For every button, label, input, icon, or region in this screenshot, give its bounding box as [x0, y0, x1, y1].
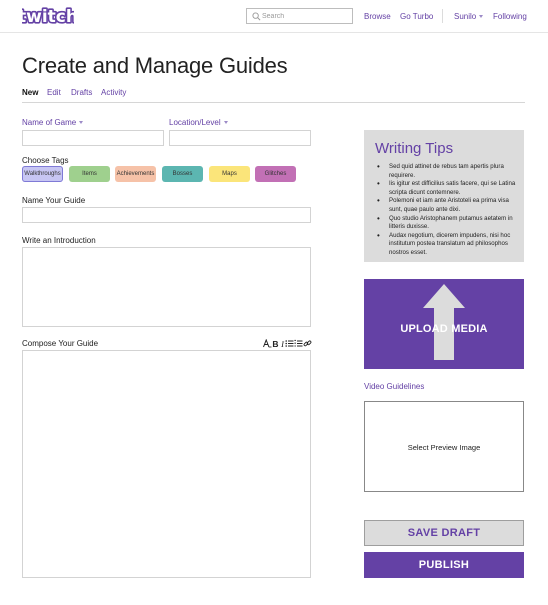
tag-items[interactable]: Items — [69, 166, 110, 182]
writing-tips-title: Writing Tips — [375, 140, 454, 157]
tag-glitches[interactable]: Glitches — [255, 166, 296, 182]
name-of-game-field[interactable] — [22, 130, 164, 149]
upload-media-label: UPLOAD MEDIA — [400, 323, 488, 335]
search-input[interactable] — [262, 9, 350, 23]
tip-item: Polemoni et iam ante Aristoteli ea prima… — [376, 197, 522, 214]
location-level-label: Location/Level — [169, 118, 221, 127]
bullet-list-icon[interactable] — [285, 339, 294, 348]
name-your-guide-label: Name Your Guide — [22, 196, 86, 205]
link-icon[interactable] — [303, 339, 312, 348]
editor-toolbar: B I — [263, 339, 312, 348]
location-level-field[interactable] — [169, 130, 311, 149]
writing-tips-panel: Writing Tips Sed quid attinet de rebus t… — [364, 130, 524, 262]
guide-name-input[interactable] — [23, 211, 310, 226]
tab-new[interactable]: New — [22, 88, 38, 97]
name-of-game-dropdown[interactable]: Name of Game — [22, 118, 84, 127]
user-name: Sunilo — [454, 12, 477, 21]
nav-following-link[interactable]: Following — [493, 12, 527, 21]
write-introduction-label: Write an Introduction — [22, 236, 96, 245]
choose-tags-label: Choose Tags — [22, 156, 69, 165]
location-level-input[interactable] — [170, 134, 310, 149]
tab-edit[interactable]: Edit — [47, 88, 61, 97]
tag-achievements[interactable]: Achievements — [115, 166, 156, 182]
preview-image-label: Select Preview Image — [407, 443, 481, 452]
guide-body-textarea[interactable] — [23, 351, 310, 577]
compose-guide-label: Compose Your Guide — [22, 339, 99, 348]
chevron-down-icon — [79, 121, 84, 125]
introduction-textarea[interactable] — [23, 248, 310, 326]
guide-name-field[interactable] — [22, 207, 311, 226]
nav-go-turbo-link[interactable]: Go Turbo — [400, 12, 433, 21]
chevron-down-icon — [479, 15, 484, 19]
tip-item: Audax negotium, dicerem impudens, nisi h… — [376, 232, 522, 258]
tag-maps[interactable]: Maps — [209, 166, 250, 182]
tag-bosses[interactable]: Bosses — [162, 166, 203, 182]
tab-activity[interactable]: Activity — [101, 88, 126, 97]
preview-image-selector[interactable]: Select Preview Image — [364, 401, 524, 492]
tip-item: Quo studio Aristophanem putamus aetatem … — [376, 215, 522, 232]
user-menu[interactable]: Sunilo — [454, 12, 484, 21]
top-bar: twitch twitch Browse Go Turbo Sunilo Fol… — [0, 0, 548, 33]
twitch-logo[interactable]: twitch twitch — [16, 5, 79, 28]
guide-body-editor[interactable] — [22, 350, 311, 578]
page-title: Create and Manage Guides — [22, 53, 288, 78]
upload-media-button[interactable]: UPLOAD MEDIA — [364, 279, 524, 369]
nav-browse-link[interactable]: Browse — [364, 12, 391, 21]
guide-tabs: New Edit Drafts Activity — [22, 87, 525, 103]
name-of-game-label: Name of Game — [22, 118, 77, 127]
tip-item: Iis igitur est difficilius satis facere,… — [376, 180, 522, 197]
search-box[interactable] — [246, 8, 353, 24]
writing-tips-list: Sed quid attinet de rebus tam apertis pl… — [376, 163, 522, 258]
save-draft-button[interactable]: SAVE DRAFT — [364, 520, 524, 546]
publish-button[interactable]: PUBLISH — [364, 552, 524, 578]
introduction-field[interactable] — [22, 247, 311, 327]
video-guidelines-link[interactable]: Video Guidelines — [364, 382, 424, 391]
numbered-list-icon[interactable] — [294, 339, 303, 348]
svg-text:twitch: twitch — [22, 7, 74, 26]
name-of-game-input[interactable] — [23, 134, 163, 149]
nav-divider — [442, 9, 443, 23]
search-icon — [252, 12, 261, 21]
tip-item: Sed quid attinet de rebus tam apertis pl… — [376, 163, 522, 180]
tab-drafts[interactable]: Drafts — [71, 88, 92, 97]
chevron-down-icon — [223, 121, 228, 125]
tag-walkthroughs[interactable]: Walkthroughs — [22, 166, 63, 182]
location-level-dropdown[interactable]: Location/Level — [169, 118, 228, 127]
